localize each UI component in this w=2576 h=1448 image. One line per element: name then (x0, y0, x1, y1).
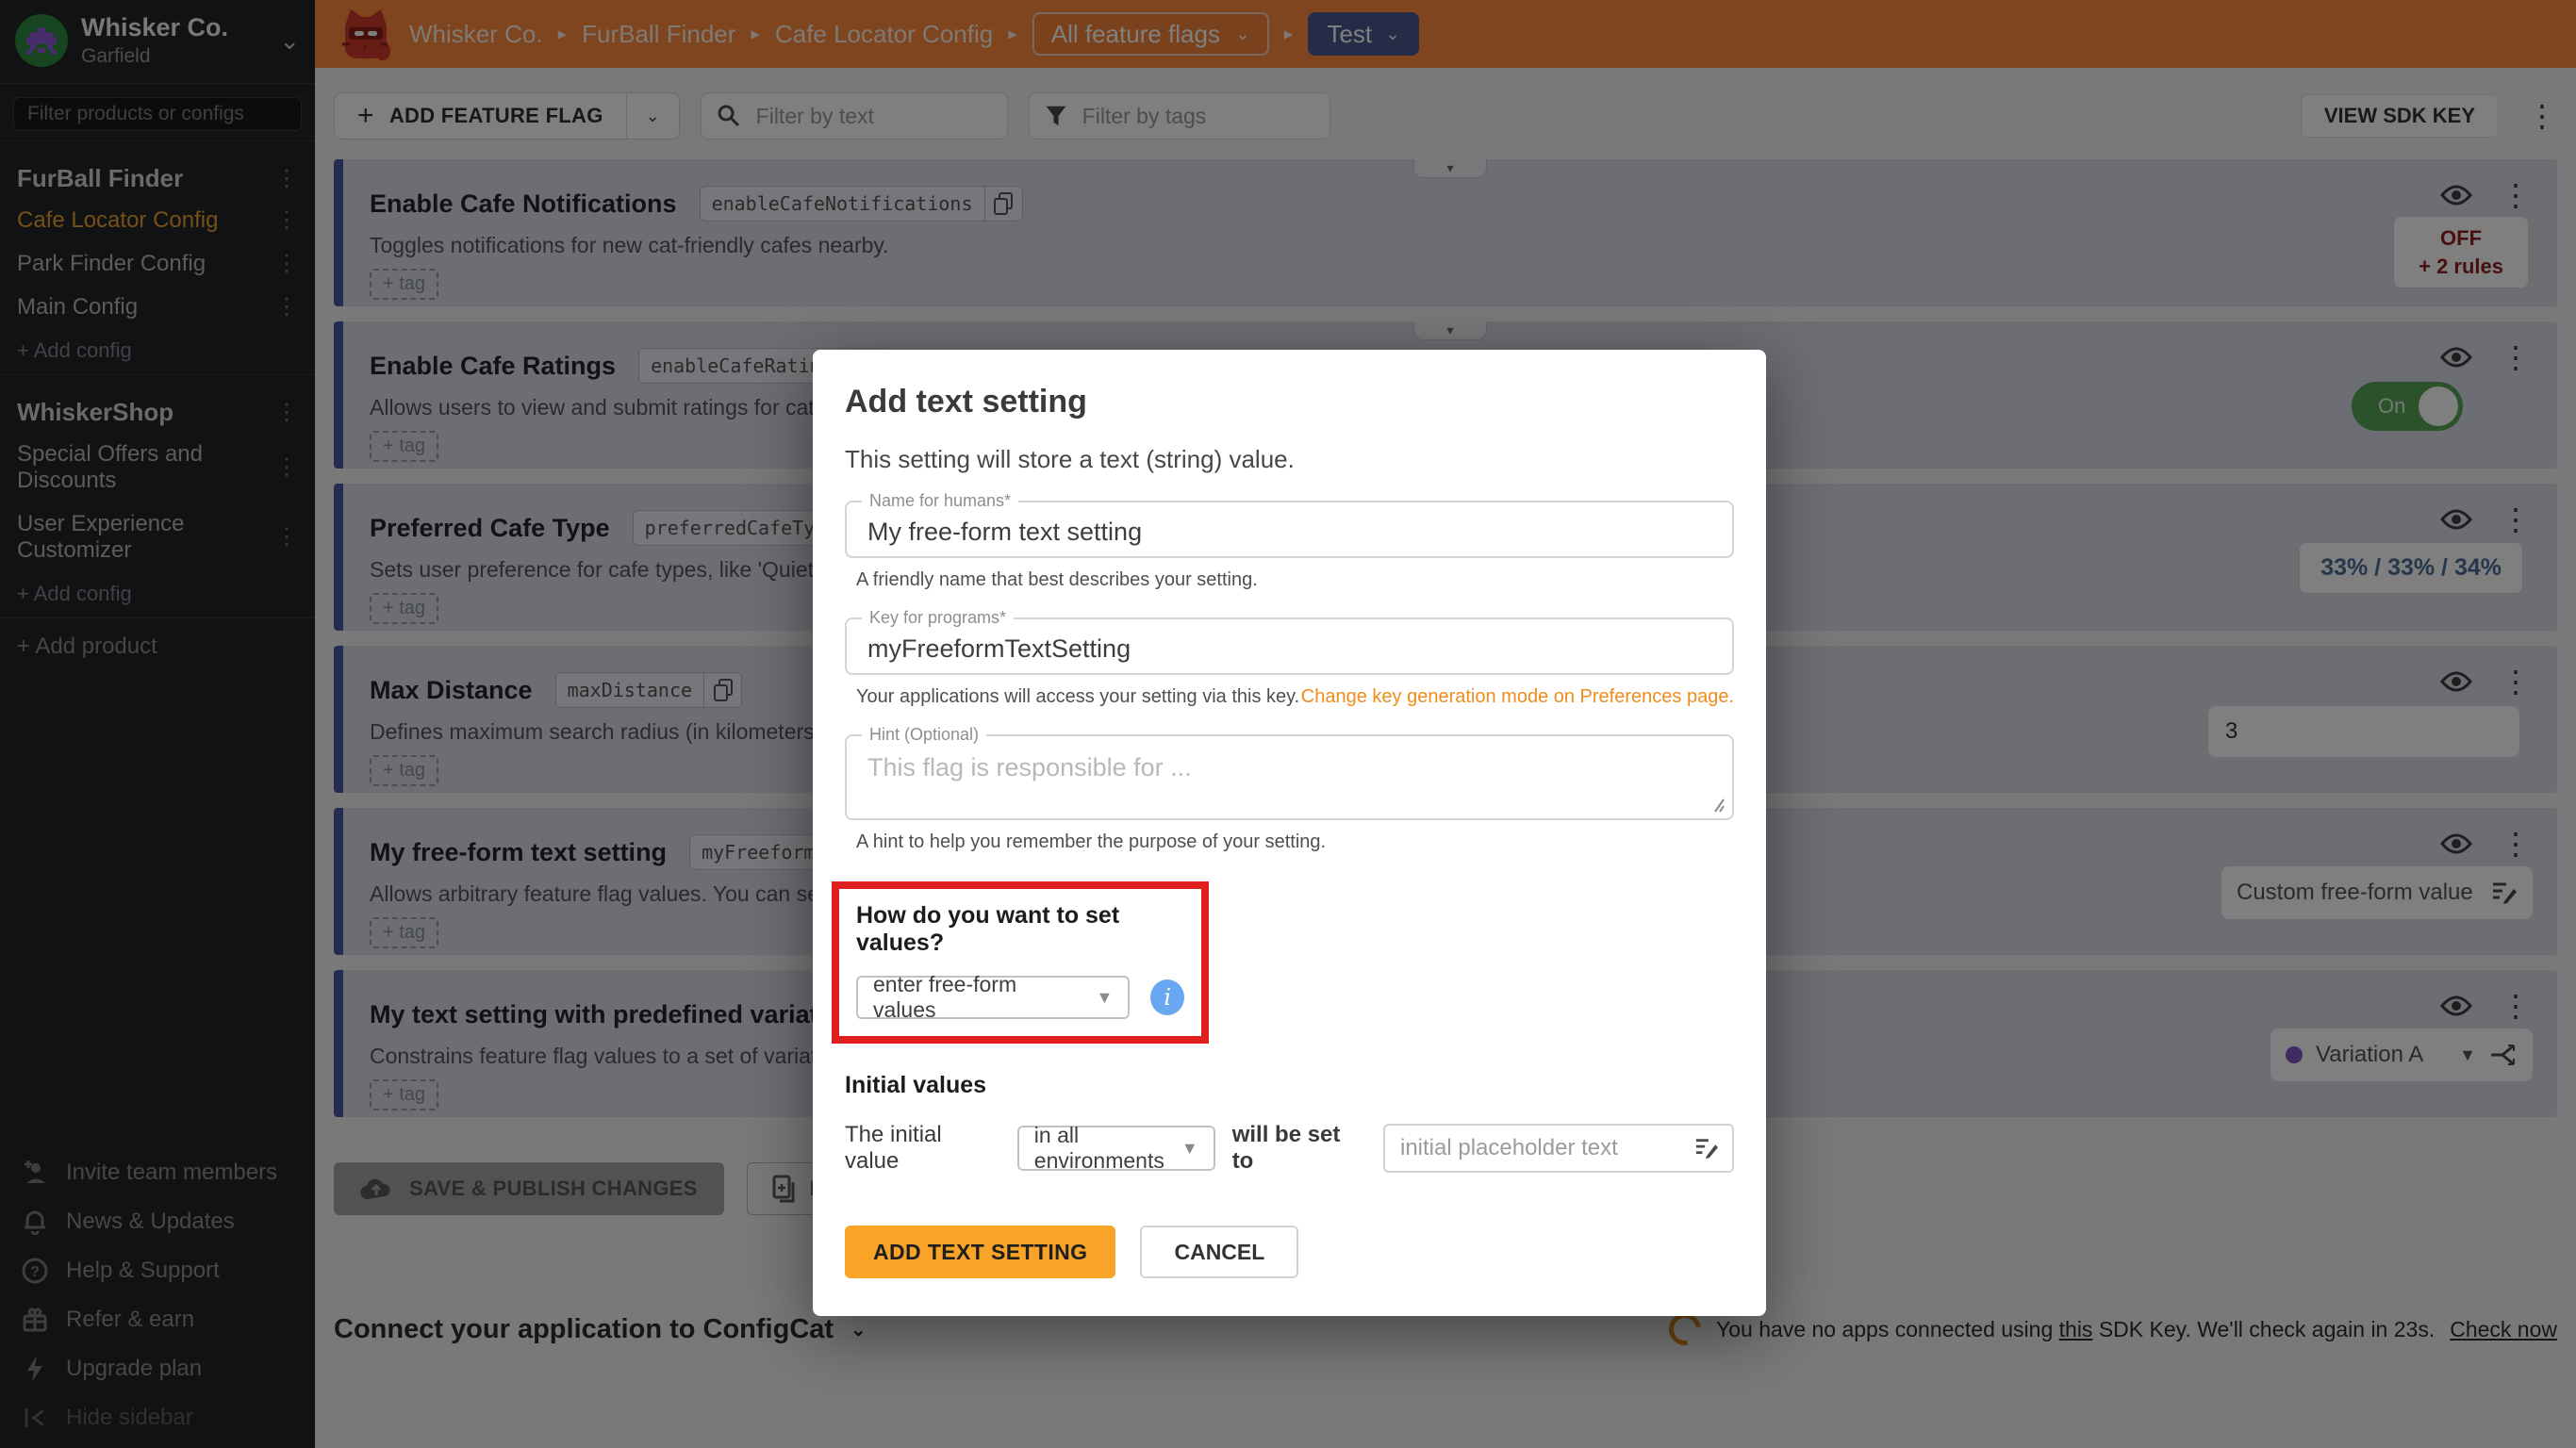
hint-field: Hint (Optional) (845, 734, 1734, 820)
name-field-label: Name for humans* (862, 491, 1018, 511)
key-field: Key for programs* (845, 617, 1734, 675)
caret-down-icon: ▼ (1083, 988, 1114, 1008)
name-helper-text: A friendly name that best describes your… (856, 569, 1734, 591)
initial-values-heading: Initial values (845, 1072, 1734, 1099)
hint-textarea[interactable] (847, 736, 1732, 818)
modal-subtitle: This setting will store a text (string) … (845, 445, 1734, 474)
cancel-button[interactable]: CANCEL (1140, 1226, 1298, 1278)
values-section-heading: How do you want to set values? (856, 902, 1184, 957)
add-text-setting-button[interactable]: ADD TEXT SETTING (845, 1226, 1115, 1278)
highlight-red-box: How do you want to set values? enter fre… (832, 881, 1209, 1044)
hint-helper-text: A hint to help you remember the purpose … (856, 831, 1734, 853)
name-field: Name for humans* (845, 501, 1734, 558)
edit-value-icon (1694, 1137, 1719, 1160)
caret-down-icon: ▼ (1168, 1139, 1198, 1159)
key-field-label: Key for programs* (862, 608, 1014, 628)
hint-field-label: Hint (Optional) (862, 725, 986, 745)
add-text-setting-modal: Add text setting This setting will store… (813, 350, 1766, 1316)
environment-scope-select[interactable]: in all environments ▼ (1017, 1126, 1215, 1171)
key-helper-text: Your applications will access your setti… (856, 686, 1299, 708)
initial-sentence-mid: will be set to (1232, 1122, 1366, 1175)
resize-handle-icon[interactable] (1709, 798, 1725, 813)
value-mode-select[interactable]: enter free-form values ▼ (856, 976, 1130, 1019)
initial-value-input[interactable] (1398, 1134, 1694, 1162)
modal-title: Add text setting (845, 384, 1734, 420)
initial-sentence-prefix: The initial value (845, 1122, 1000, 1175)
change-key-generation-link[interactable]: Change key generation mode on Preference… (1301, 686, 1734, 708)
initial-value-field (1383, 1124, 1734, 1173)
info-icon[interactable]: i (1150, 979, 1184, 1015)
